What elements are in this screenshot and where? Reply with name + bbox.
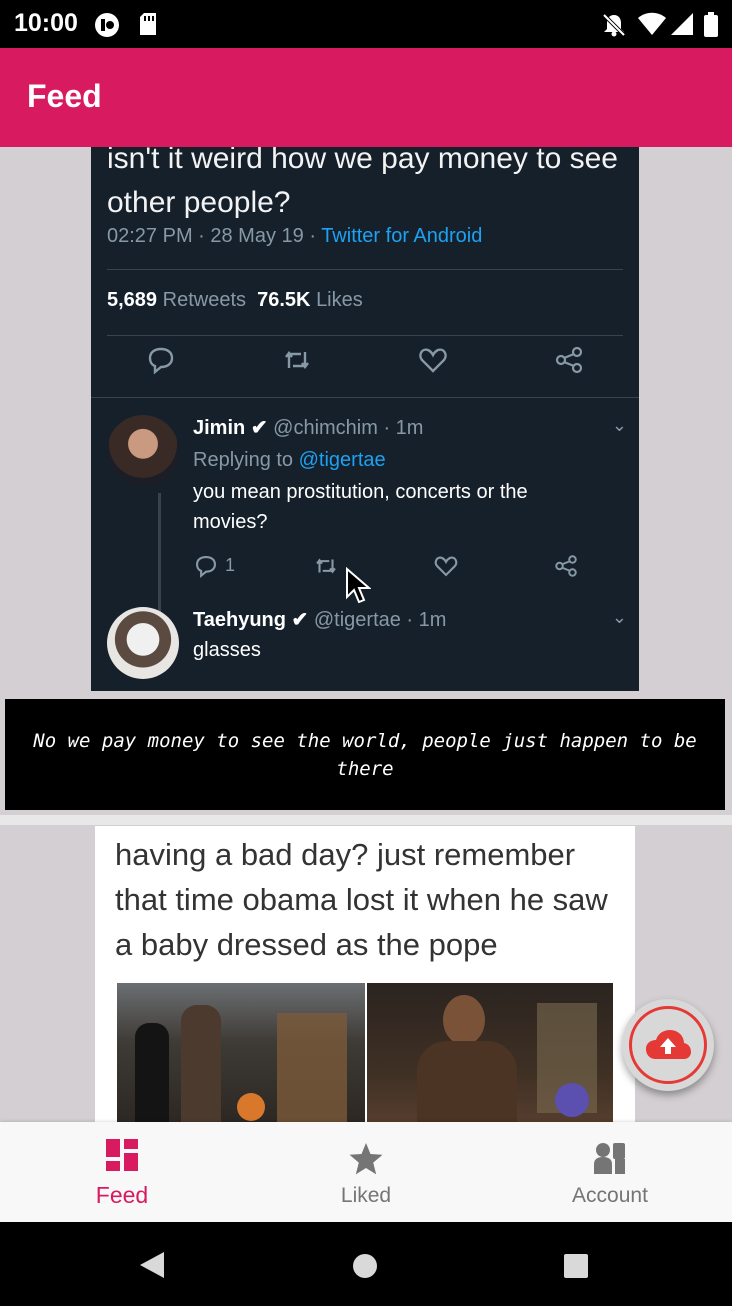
likes-label: Likes [316, 289, 363, 311]
reply-text-line: movies? [193, 511, 268, 533]
heart-icon [434, 556, 458, 577]
share-icon [555, 555, 577, 577]
dashboard-icon [106, 1139, 138, 1171]
meme-photo-left [117, 983, 365, 1122]
reply-text-line: glasses [193, 639, 261, 661]
recents-icon[interactable] [563, 1253, 589, 1279]
heart-icon [419, 348, 447, 373]
battery-icon [704, 12, 718, 37]
post-divider [0, 815, 732, 825]
share-icon [555, 346, 583, 374]
reply-icon [148, 347, 174, 375]
thread-line [158, 493, 161, 613]
caption-text: No we pay money to see the world, people… [33, 729, 697, 780]
reply-author-name: Taehyung [193, 609, 286, 631]
reply-author-name: Jimin [193, 417, 246, 439]
sd-card-icon [140, 13, 156, 35]
back-icon[interactable] [138, 1250, 166, 1280]
upload-fab-button[interactable] [622, 999, 714, 1091]
reply-handle: @chimchim · 1m [273, 417, 424, 439]
nav-item-account[interactable]: Account [488, 1122, 732, 1222]
tweet-client-link: Twitter for Android [321, 225, 483, 247]
tweet-divider [91, 397, 639, 398]
tweet-reply: Jimin ✔ @chimchim · 1m ⌄ Replying to @ti… [107, 415, 627, 613]
likes-count: 76.5K [257, 289, 311, 311]
cloud-upload-icon [646, 1030, 691, 1059]
nav-label-liked: Liked [340, 1184, 392, 1207]
page-title: Feed [27, 78, 102, 114]
tweet-meta: 02:27 PM · 28 May 19 · Twitter for Andro… [107, 225, 482, 248]
replying-to-prefix: Replying to [193, 449, 299, 471]
tweet-stats: 5,689 Retweets 76.5K Likes [107, 289, 363, 312]
reply-text-line: you mean prostitution, concerts or the [193, 481, 528, 503]
replying-to-handle: @tigertae [298, 449, 386, 471]
meme-photo-right [367, 983, 613, 1122]
reply-author: Jimin ✔ @chimchim · 1m [193, 415, 423, 440]
cell-signal-icon [671, 13, 693, 35]
status-time: 10:00 [14, 9, 78, 37]
system-navigation-bar [0, 1222, 732, 1306]
avatar [107, 415, 179, 487]
notifications-off-icon [602, 13, 626, 37]
nav-item-liked[interactable]: Liked [244, 1122, 488, 1222]
meme-text: having a bad day? just remember that tim… [115, 837, 608, 962]
post-image-meme[interactable]: having a bad day? just remember that tim… [95, 826, 635, 1122]
retweets-count: 5,689 [107, 289, 158, 311]
reply-author: Taehyung ✔ @tigertae · 1m [193, 607, 446, 632]
retweet-icon [316, 558, 336, 574]
account-icon [594, 1143, 625, 1174]
verified-icon: ✔ [291, 609, 309, 631]
tweet-divider [107, 269, 623, 270]
post-image-tweet-screenshot[interactable]: isn't it weird how we pay money to see o… [91, 147, 639, 691]
tweet-text: isn't it weird how we pay money to see o… [107, 147, 618, 219]
wifi-icon [638, 12, 666, 35]
notification-app-icon [95, 13, 119, 37]
status-bar: 10:00 [0, 0, 732, 48]
verified-icon: ✔ [250, 417, 268, 439]
chevron-down-icon: ⌄ [611, 415, 627, 435]
reply-count: 1 [225, 555, 236, 575]
chevron-down-icon: ⌄ [611, 607, 627, 627]
fab-ring [629, 1006, 707, 1084]
nav-item-feed[interactable]: Feed [0, 1122, 244, 1222]
tweet-timestamp: 02:27 PM · 28 May 19 · [107, 225, 322, 247]
cursor-icon [346, 567, 371, 604]
post-caption: No we pay money to see the world, people… [5, 699, 725, 810]
reply-icon [196, 556, 216, 579]
tweet-reply: Taehyung ✔ @tigertae · 1m ⌄ glasses [107, 607, 627, 687]
nav-label-feed: Feed [95, 1182, 149, 1208]
replying-to: Replying to @tigertae [193, 449, 386, 472]
app-bar: Feed [0, 48, 732, 147]
nav-label-account: Account [572, 1184, 648, 1207]
retweets-label: Retweets [162, 289, 246, 311]
tweet-actions [91, 344, 639, 384]
bottom-navigation: Feed Liked Account [0, 1122, 732, 1222]
star-icon [349, 1143, 383, 1175]
avatar [107, 607, 179, 679]
reply-handle: @tigertae · 1m [313, 609, 447, 631]
tweet-divider [107, 335, 623, 336]
home-icon[interactable] [352, 1253, 378, 1279]
retweet-icon [285, 351, 309, 369]
feed-list[interactable]: isn't it weird how we pay money to see o… [0, 147, 732, 1122]
